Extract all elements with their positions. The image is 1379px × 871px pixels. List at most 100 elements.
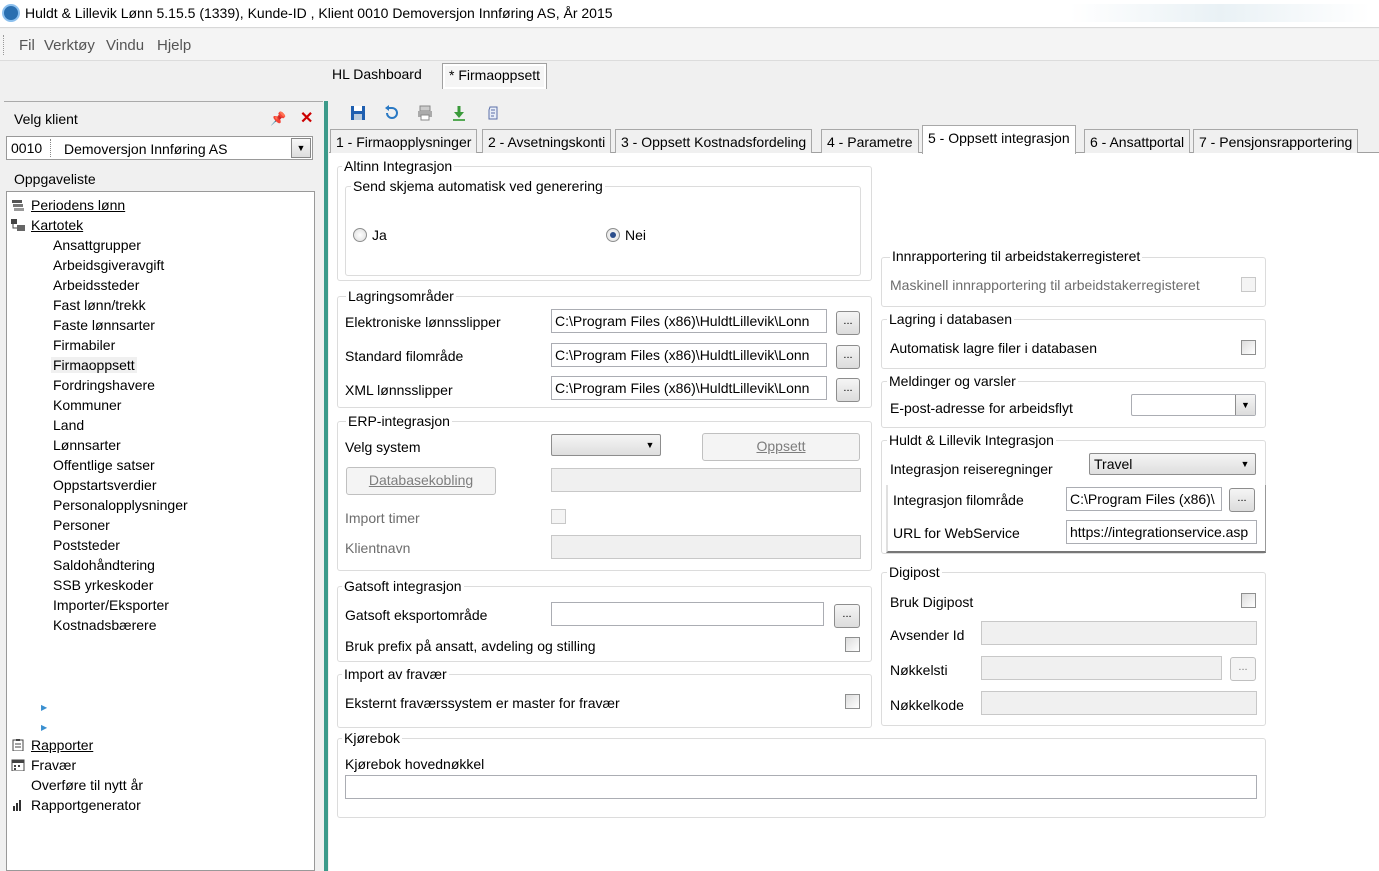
klientnavn-label: Klientnavn: [345, 540, 411, 556]
standard-browse-button[interactable]: ...: [836, 345, 860, 369]
expand-arrow-icon[interactable]: ▶: [41, 723, 47, 732]
fravaer-checkbox[interactable]: [845, 694, 860, 709]
tree-item-importer-eksporter[interactable]: Importer/Eksporter: [53, 597, 169, 613]
tree-item-ssb-yrkeskoder[interactable]: SSB yrkeskoder: [53, 577, 153, 593]
attachment-icon[interactable]: [484, 104, 502, 122]
databasekobling-button[interactable]: Databasekobling: [346, 467, 496, 495]
bruk-digipost-checkbox[interactable]: [1241, 593, 1256, 608]
print-icon[interactable]: [416, 104, 434, 122]
avsender-input[interactable]: [981, 621, 1257, 645]
standard-label: Standard filområde: [345, 348, 464, 364]
pin-icon[interactable]: 📌: [270, 111, 286, 127]
tree-item-fordringshavere[interactable]: Fordringshavere: [53, 377, 155, 393]
tree-item-personalopplysninger[interactable]: Personalopplysninger: [53, 497, 188, 513]
download-icon[interactable]: [450, 104, 468, 122]
gatsoft-browse-button[interactable]: ...: [834, 604, 860, 628]
menu-vindu[interactable]: Vindu: [106, 37, 144, 54]
title-bar-glow: [1070, 4, 1370, 22]
tree-item-poststeder[interactable]: Poststeder: [53, 537, 120, 553]
tree-label: Poststeder: [53, 537, 120, 553]
tab-avsetningskonti[interactable]: 2 - Avsetningskonti: [482, 129, 612, 153]
tree-item-personer[interactable]: Personer: [53, 517, 110, 533]
gatsoft-prefix-label: Bruk prefix på ansatt, avdeling og still…: [345, 638, 596, 654]
client-select[interactable]: 0010 Demoversjon Innføring AS ▼: [6, 136, 313, 160]
meldinger-select[interactable]: ▼: [1131, 394, 1256, 416]
radio-nei[interactable]: [606, 228, 620, 242]
tab-firmaopplysninger[interactable]: 1 - Firmaopplysninger: [330, 129, 478, 153]
tree-item-offentlige-satser[interactable]: Offentlige satser: [53, 457, 155, 473]
tree-item-overfore[interactable]: Overføre til nytt år: [31, 777, 143, 793]
tree-item-land[interactable]: Land: [53, 417, 84, 433]
tree-item-periodens-lonn[interactable]: Periodens lønn: [11, 197, 125, 213]
tree-item-arbeidsgiveravgift[interactable]: Arbeidsgiveravgift: [53, 257, 164, 273]
content-area: 1 - Firmaopplysninger 2 - Avsetningskont…: [329, 101, 1379, 871]
lagring-title: Lagringsområder: [346, 288, 456, 304]
document-tab-strip: HL Dashboard * Firmaoppsett: [0, 62, 1379, 100]
close-icon[interactable]: ✕: [300, 108, 313, 128]
elektroniske-input[interactable]: C:\Program Files (x86)\HuldtLillevik\Lon…: [551, 309, 827, 333]
tree-item-kommuner[interactable]: Kommuner: [53, 397, 121, 413]
xml-label: XML lønnsslipper: [345, 382, 453, 398]
aa-register-checkbox[interactable]: [1241, 277, 1256, 292]
url-label: URL for WebService: [893, 525, 1020, 541]
url-input[interactable]: https://integrationservice.asp: [1066, 520, 1257, 544]
tree-item-lønnsarter[interactable]: Lønnsarter: [53, 437, 121, 453]
tree-item-fravaer[interactable]: Fravær: [11, 757, 76, 773]
reise-select[interactable]: Travel ▼: [1089, 453, 1256, 475]
tree-item-oppstartsverdier[interactable]: Oppstartsverdier: [53, 477, 156, 493]
tab-ansattportal[interactable]: 6 - Ansattportal: [1084, 129, 1191, 153]
kjorebok-input[interactable]: [345, 775, 1257, 799]
calendar-icon: [11, 759, 25, 771]
nokkelsti-input[interactable]: [981, 656, 1222, 680]
elektroniske-browse-button[interactable]: ...: [836, 311, 860, 335]
tree-item-fast-lønn-trekk[interactable]: Fast lønn/trekk: [53, 297, 146, 313]
menu-fil[interactable]: Fil: [19, 37, 35, 54]
filomrade-input[interactable]: C:\Program Files (x86)\: [1066, 487, 1222, 511]
tree-label: Ansattgrupper: [53, 237, 141, 253]
tree-item-kartotek[interactable]: Kartotek: [11, 217, 83, 233]
tree-item-saldohåndtering[interactable]: Saldohåndtering: [53, 557, 155, 573]
filomrade-label: Integrasjon filområde: [893, 492, 1024, 508]
menu-verktoy[interactable]: Verktøy: [44, 37, 95, 54]
velg-system-select[interactable]: ▼: [551, 434, 661, 456]
tree-label: Fast lønn/trekk: [53, 297, 146, 313]
tree-label: Saldohåndtering: [53, 557, 155, 573]
import-timer-checkbox[interactable]: [551, 509, 566, 524]
tree-item-rapporter[interactable]: Rapporter: [11, 737, 93, 753]
aa-register-title: Innrapportering til arbeidstakerregister…: [890, 248, 1143, 264]
databasekobling-input[interactable]: [551, 468, 861, 492]
doc-tab-dashboard[interactable]: HL Dashboard: [326, 63, 428, 89]
xml-browse-button[interactable]: ...: [836, 378, 860, 402]
undo-icon[interactable]: [383, 104, 401, 122]
task-tree: Periodens lønn Kartotek ▶ ▶ Rapporter Fr…: [6, 191, 315, 871]
filomrade-browse-button[interactable]: ...: [1229, 488, 1255, 512]
klientnavn-input[interactable]: [551, 535, 861, 559]
nokkelkode-input[interactable]: [981, 691, 1257, 715]
expand-arrow-icon[interactable]: ▶: [41, 703, 47, 712]
nokkelsti-browse-button[interactable]: ...: [1230, 657, 1256, 681]
lagring-db-checkbox[interactable]: [1241, 340, 1256, 355]
tree-item-arbeidssteder[interactable]: Arbeidssteder: [53, 277, 139, 293]
tree-item-firmabiler[interactable]: Firmabiler: [53, 337, 115, 353]
gatsoft-eksport-input[interactable]: [551, 602, 824, 626]
standard-input[interactable]: C:\Program Files (x86)\HuldtLillevik\Lon…: [551, 343, 827, 367]
tab-kostnadsfordeling[interactable]: 3 - Oppsett Kostnadsfordeling: [615, 129, 813, 153]
tree-item-rapportgenerator[interactable]: Rapportgenerator: [11, 797, 141, 813]
tree-item-ansattgrupper[interactable]: Ansattgrupper: [53, 237, 141, 253]
tree-item-firmaoppsett[interactable]: Firmaoppsett: [51, 357, 137, 373]
gatsoft-prefix-checkbox[interactable]: [845, 637, 860, 652]
menu-hjelp[interactable]: Hjelp: [157, 37, 191, 54]
kjorebok-title: Kjørebok: [342, 730, 403, 746]
tab-parametre[interactable]: 4 - Parametre: [821, 129, 919, 153]
tree-item-kostnadsbærere[interactable]: Kostnadsbærere: [53, 617, 157, 633]
save-icon[interactable]: [349, 104, 367, 122]
tab-pensjonsrapportering[interactable]: 7 - Pensjonsrapportering: [1193, 129, 1359, 153]
doc-tab-firmaoppsett[interactable]: * Firmaoppsett: [442, 63, 548, 89]
chevron-down-icon[interactable]: ▼: [291, 138, 311, 158]
tree-label: Kostnadsbærere: [53, 617, 157, 633]
oppsett-button[interactable]: Oppsett: [702, 433, 860, 461]
tab-oppsett-integrasjon[interactable]: 5 - Oppsett integrasjon: [922, 125, 1076, 154]
radio-ja[interactable]: [353, 228, 367, 242]
tree-item-faste-lønnsarter[interactable]: Faste lønnsarter: [53, 317, 155, 333]
xml-input[interactable]: C:\Program Files (x86)\HuldtLillevik\Lon…: [551, 376, 827, 400]
